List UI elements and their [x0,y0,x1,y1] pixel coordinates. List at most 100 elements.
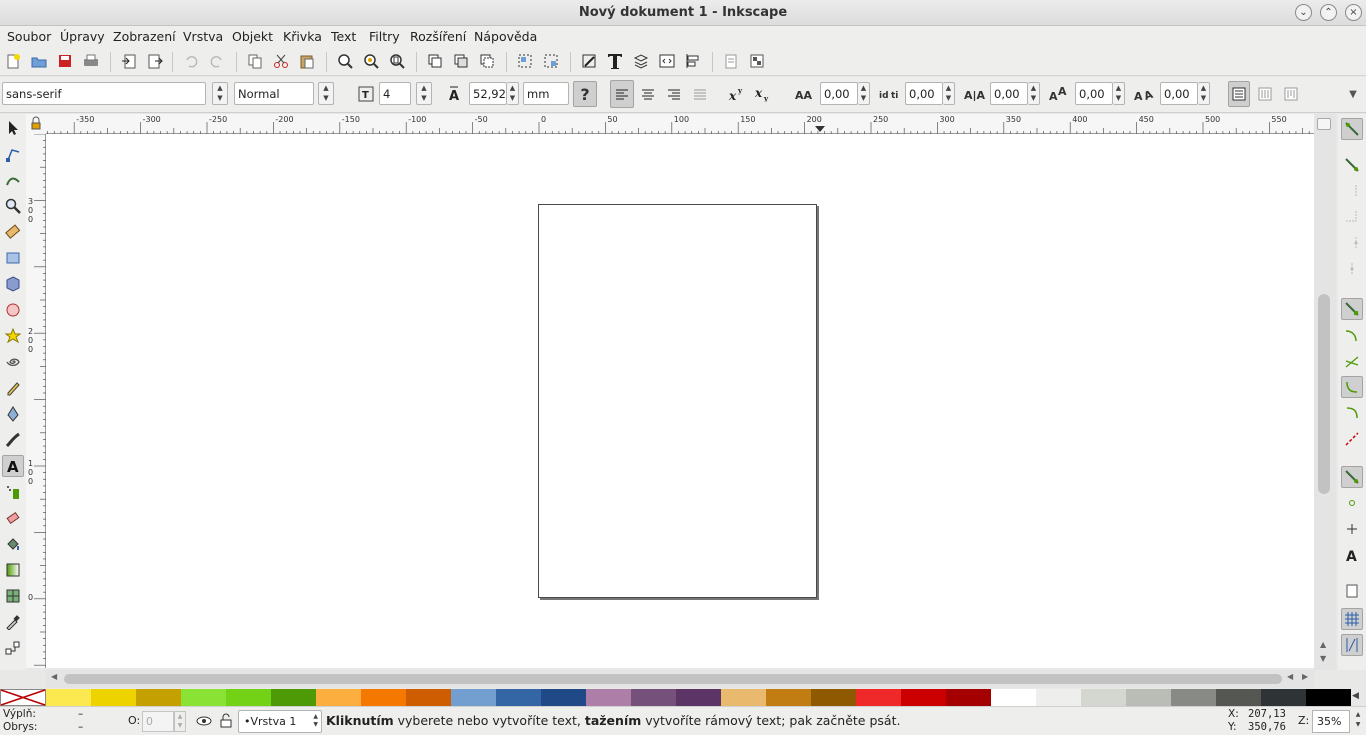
mesh-tool-icon[interactable] [2,585,24,607]
palette-swatch[interactable] [901,689,946,706]
palette-swatch[interactable] [811,689,856,706]
maximize-icon[interactable]: ⌃ [1320,4,1337,21]
node-tool-icon[interactable] [2,143,24,165]
palette-swatch[interactable] [541,689,586,706]
snap-bbox-edges-icon[interactable] [1341,180,1363,202]
scroll-right-icon[interactable]: ▶ [1302,672,1308,681]
horizontal-scrollbar[interactable]: ◀ ◀ ▶ [46,670,1314,688]
palette-swatch[interactable] [721,689,766,706]
menu-upravy[interactable]: Úpravy [60,29,105,44]
palette-swatch[interactable] [316,689,361,706]
vertical-shift-input[interactable]: 0,00 [1075,82,1113,105]
spiral-tool-icon[interactable] [2,351,24,373]
clone-icon[interactable] [452,52,470,70]
pencil-tool-icon[interactable] [2,377,24,399]
palette-swatch[interactable] [766,689,811,706]
palette-swatch[interactable] [991,689,1036,706]
subscript-icon[interactable]: xy [752,83,774,105]
palette-swatch[interactable] [361,689,406,706]
palette-swatch[interactable] [946,689,991,706]
menu-rozsireni[interactable]: Rozšíření [410,29,466,44]
align-distribute-icon[interactable] [684,52,702,70]
line-spacing-input[interactable]: 52,92 [469,82,507,105]
word-spacing-stepper[interactable]: ▲ ▼ [943,82,955,105]
connector-tool-icon[interactable] [2,637,24,659]
scroll-left-icon[interactable]: ◀ [51,672,57,681]
vertical-scrollbar[interactable]: ▲ ▼ [1314,114,1336,670]
palette-swatch[interactable] [271,689,316,706]
help-icon[interactable]: ? [573,81,597,107]
font-size-dropdown[interactable]: ▲ ▼ [416,82,432,105]
menu-text[interactable]: Text [331,29,356,44]
spray-tool-icon[interactable] [2,481,24,503]
palette-swatch[interactable] [451,689,496,706]
gradient-tool-icon[interactable] [2,559,24,581]
star-tool-icon[interactable] [2,325,24,347]
document-properties-icon[interactable] [722,52,740,70]
layer-visibility-icon[interactable] [196,714,212,731]
snap-midpoints-icon[interactable] [1341,428,1363,450]
menu-objekt[interactable]: Objekt [232,29,273,44]
xml-editor-icon[interactable] [658,52,676,70]
duplicate-icon[interactable] [426,52,444,70]
align-left-icon[interactable] [610,80,634,108]
menu-zobrazeni[interactable]: Zobrazení [113,29,176,44]
save-icon[interactable] [56,52,74,70]
vertical-shift-stepper[interactable]: ▲ ▼ [1113,82,1125,105]
3d-box-tool-icon[interactable] [2,273,24,295]
scroll-up-icon[interactable]: ▲ [1320,640,1326,649]
opacity-stepper[interactable]: ▲ ▼ [174,711,186,732]
palette-swatch[interactable] [226,689,271,706]
zoom-drawing-icon[interactable] [362,52,380,70]
line-spacing-stepper[interactable]: ▲ ▼ [507,82,519,105]
minimize-icon[interactable]: ⌄ [1295,4,1312,21]
new-document-icon[interactable] [4,52,22,70]
undo-icon[interactable] [182,52,200,70]
opacity-input[interactable]: 0 [142,711,174,732]
zoom-tool-icon[interactable] [2,195,24,217]
palette-menu-icon[interactable]: ◀ [1352,691,1359,701]
snap-nodes-icon[interactable] [1341,298,1363,320]
kerning-input[interactable]: 0,00 [990,82,1028,105]
superscript-icon[interactable]: xy [726,83,748,105]
palette-swatch[interactable] [1171,689,1216,706]
ruler-corner-lock-icon[interactable] [26,114,46,134]
horizontal-scroll-thumb[interactable] [64,674,1282,684]
snap-smooth-nodes-icon[interactable] [1341,402,1363,424]
palette-swatch[interactable] [1306,689,1351,706]
zoom-input[interactable]: 35% [1312,710,1350,733]
pen-tool-icon[interactable] [2,403,24,425]
menu-filtry[interactable]: Filtry [369,29,400,44]
stroke-value[interactable]: – [78,721,83,733]
font-style-input[interactable]: Normal [234,82,314,105]
fill-value[interactable]: – [78,708,83,720]
menu-napoveda[interactable]: Nápověda [474,29,537,44]
font-family-dropdown[interactable]: ▲ ▼ [212,82,228,105]
text-font-icon[interactable] [606,52,624,70]
layer-select[interactable]: •Vrstva 1 ▲ ▼ [238,710,322,733]
snap-bbox-midpoints-icon[interactable] [1341,232,1363,254]
palette-swatch[interactable] [1126,689,1171,706]
snap-bbox-icon[interactable] [1341,154,1363,176]
unlink-clone-icon[interactable] [478,52,496,70]
snap-intersections-icon[interactable] [1341,350,1363,372]
drawing-canvas[interactable] [46,134,1314,668]
snap-text-baseline-icon[interactable]: A [1341,544,1363,566]
letter-spacing-stepper[interactable]: ▲ ▼ [858,82,870,105]
letter-spacing-input[interactable]: 0,00 [820,82,858,105]
snap-bbox-corners-icon[interactable] [1341,206,1363,228]
menu-krivka[interactable]: Křivka [283,29,322,44]
palette-swatch[interactable] [631,689,676,706]
dropper-tool-icon[interactable] [2,611,24,633]
import-icon[interactable] [120,52,138,70]
copy-icon[interactable] [246,52,264,70]
fill-stroke-icon[interactable] [580,52,598,70]
align-right-icon[interactable] [663,83,685,105]
align-justify-icon[interactable] [689,83,711,105]
menu-soubor[interactable]: Soubor [7,29,51,44]
cut-icon[interactable] [272,52,290,70]
zoom-page-icon[interactable] [388,52,406,70]
palette-swatch[interactable] [136,689,181,706]
snap-page-border-icon[interactable] [1341,580,1363,602]
eraser-tool-icon[interactable] [2,507,24,529]
